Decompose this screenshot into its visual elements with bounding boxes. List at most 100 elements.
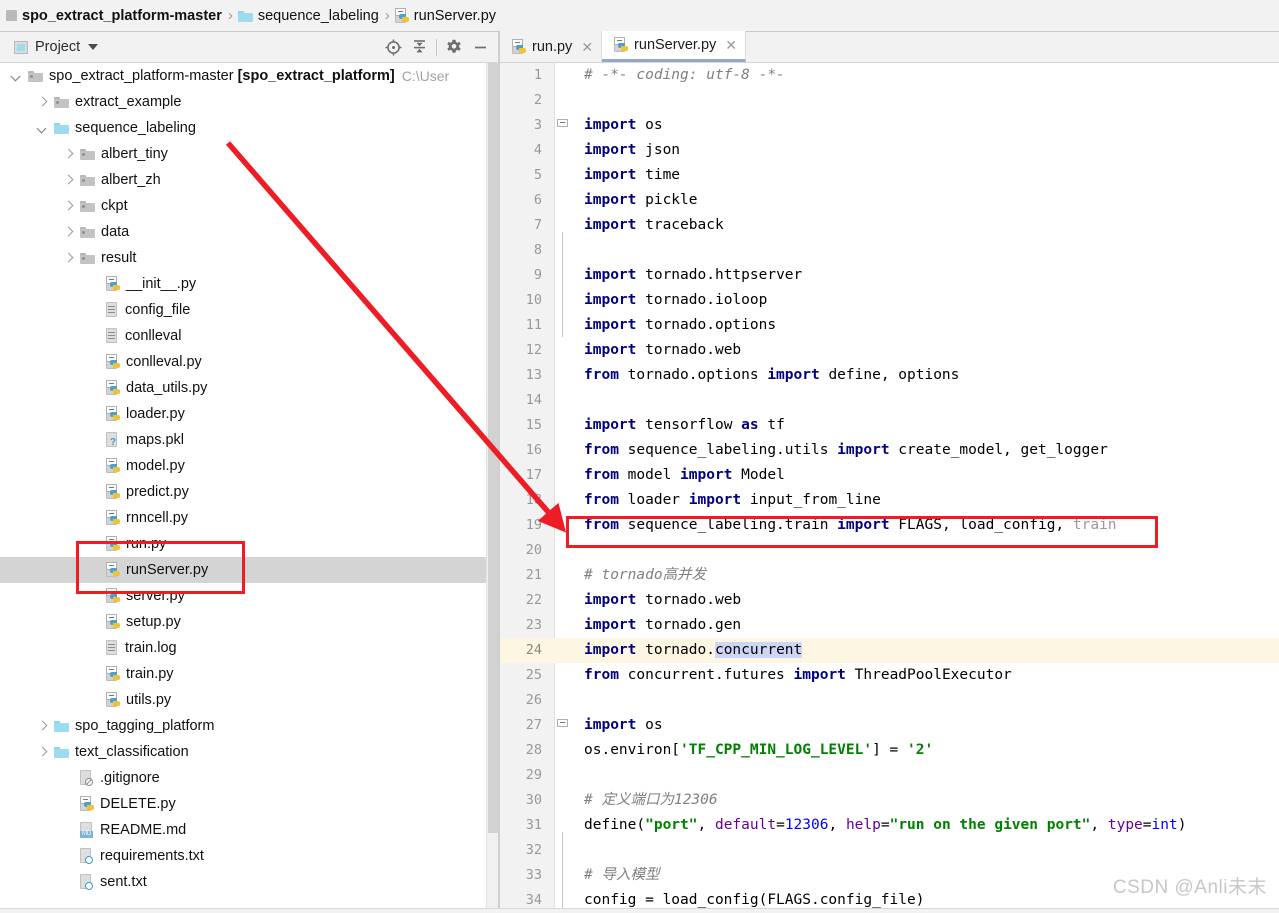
code-line[interactable]: 25 from concurrent.futures import ThreadP…: [500, 663, 1279, 688]
code-line[interactable]: 20: [500, 538, 1279, 563]
tree-row[interactable]: sequence_labeling: [0, 115, 486, 141]
chevron-down-icon[interactable]: [36, 122, 49, 135]
project-title[interactable]: Project: [14, 39, 99, 55]
collapse-all-icon[interactable]: [406, 34, 432, 60]
chevron-right-icon[interactable]: [62, 252, 75, 265]
code-line[interactable]: 21 # tornado高并发: [500, 563, 1279, 588]
chevron-right-icon[interactable]: [62, 200, 75, 213]
tree-row[interactable]: sent.txt: [0, 869, 486, 895]
tree-row[interactable]: conlleval: [0, 323, 486, 349]
tree-row[interactable]: ? maps.pkl: [0, 427, 486, 453]
code-line[interactable]: 29: [500, 763, 1279, 788]
tab-runserver-py[interactable]: runServer.py ✕: [602, 31, 746, 62]
code-line[interactable]: 5 import time: [500, 163, 1279, 188]
chevron-right-icon[interactable]: [62, 226, 75, 239]
tree-row[interactable]: data_utils.py: [0, 375, 486, 401]
code-line[interactable]: 23 import tornado.gen: [500, 613, 1279, 638]
tree-row[interactable]: DELETE.py: [0, 791, 486, 817]
code-line[interactable]: 18 from loader import input_from_line: [500, 488, 1279, 513]
code-line[interactable]: 7 import traceback: [500, 213, 1279, 238]
tree-row[interactable]: ckpt: [0, 193, 486, 219]
code-line[interactable]: 11 import tornado.options: [500, 313, 1279, 338]
tree-row[interactable]: train.log: [0, 635, 486, 661]
code-line[interactable]: 1 # -*- coding: utf-8 -*-: [500, 63, 1279, 88]
tab-run-py[interactable]: run.py ✕: [500, 31, 603, 62]
tree-row[interactable]: text_classification: [0, 739, 486, 765]
tree-row-label: model.py: [126, 458, 185, 474]
code-line[interactable]: 3 import os: [500, 113, 1279, 138]
code-token: "run on the given port": [889, 817, 1091, 833]
tree-row[interactable]: spo_tagging_platform: [0, 713, 486, 739]
code-line[interactable]: 19 from sequence_labeling.train import FL…: [500, 513, 1279, 538]
tree-row[interactable]: .gitignore: [0, 765, 486, 791]
code-line[interactable]: 15 import tensorflow as tf: [500, 413, 1279, 438]
locate-icon[interactable]: [380, 34, 406, 60]
code-line[interactable]: 9 import tornado.httpserver: [500, 263, 1279, 288]
project-tree[interactable]: spo_extract_platform-master [spo_extract…: [0, 63, 486, 913]
fold-collapse-icon[interactable]: [557, 719, 568, 730]
tree-row[interactable]: predict.py: [0, 479, 486, 505]
code-token: from: [584, 492, 619, 508]
tree-row[interactable]: rnncell.py: [0, 505, 486, 531]
chevron-right-icon[interactable]: [62, 148, 75, 161]
settings-gear-icon[interactable]: [441, 34, 467, 60]
tree-row[interactable]: config_file: [0, 297, 486, 323]
tree-row[interactable]: utils.py: [0, 687, 486, 713]
tree-row[interactable]: requirements.txt: [0, 843, 486, 869]
code-line-caret[interactable]: 24 import tornado.concurrent: [500, 638, 1279, 663]
tree-row[interactable]: run.py: [0, 531, 486, 557]
code-line[interactable]: 22 import tornado.web: [500, 588, 1279, 613]
code-line[interactable]: 31 define("port", default=12306, help="ru…: [500, 813, 1279, 838]
tree-row-selected[interactable]: runServer.py: [0, 557, 486, 583]
chevron-right-icon[interactable]: [36, 720, 49, 733]
chevron-right-icon[interactable]: [36, 746, 49, 759]
tree-row[interactable]: albert_zh: [0, 167, 486, 193]
scrollbar-thumb[interactable]: [488, 63, 498, 833]
tree-row[interactable]: spo_extract_platform-master [spo_extract…: [0, 63, 486, 89]
code-line[interactable]: 30 # 定义端口为12306: [500, 788, 1279, 813]
tree-row[interactable]: setup.py: [0, 609, 486, 635]
code-line[interactable]: 28 os.environ['TF_CPP_MIN_LOG_LEVEL'] = '…: [500, 738, 1279, 763]
tree-row[interactable]: model.py: [0, 453, 486, 479]
chevron-down-icon[interactable]: [88, 44, 99, 50]
project-tree-scrollbar[interactable]: [486, 63, 498, 913]
chevron-right-icon[interactable]: [62, 174, 75, 187]
tree-row[interactable]: loader.py: [0, 401, 486, 427]
tree-row[interactable]: __init__.py: [0, 271, 486, 297]
breadcrumb-item-folder[interactable]: sequence_labeling: [237, 0, 379, 32]
breadcrumb-item-project[interactable]: spo_extract_platform-master: [6, 0, 222, 32]
hide-icon[interactable]: [467, 34, 493, 60]
code-line[interactable]: 27 import os: [500, 713, 1279, 738]
code-line[interactable]: 32: [500, 838, 1279, 863]
code-line[interactable]: 26: [500, 688, 1279, 713]
tree-row[interactable]: MD README.md: [0, 817, 486, 843]
tree-row[interactable]: train.py: [0, 661, 486, 687]
fold-collapse-icon[interactable]: [557, 119, 568, 130]
code-line[interactable]: 17 from model import Model: [500, 463, 1279, 488]
close-icon[interactable]: ✕: [581, 40, 593, 54]
code-editor[interactable]: 1 # -*- coding: utf-8 -*- 2 3 import os 4 impo…: [500, 63, 1279, 913]
tree-row[interactable]: data: [0, 219, 486, 245]
code-line[interactable]: 12 import tornado.web: [500, 338, 1279, 363]
code-lines[interactable]: 1 # -*- coding: utf-8 -*- 2 3 import os 4 impo…: [500, 63, 1279, 913]
toolwindow-buttons: [380, 32, 499, 63]
code-line[interactable]: 4 import json: [500, 138, 1279, 163]
code-line[interactable]: 8: [500, 238, 1279, 263]
tree-row[interactable]: result: [0, 245, 486, 271]
code-line[interactable]: 14: [500, 388, 1279, 413]
chevron-down-icon[interactable]: [10, 70, 23, 83]
code-line[interactable]: 2: [500, 88, 1279, 113]
tree-row[interactable]: albert_tiny: [0, 141, 486, 167]
code-line[interactable]: 16 from sequence_labeling.utils import cr…: [500, 438, 1279, 463]
tree-row[interactable]: conlleval.py: [0, 349, 486, 375]
code-token: '2': [907, 742, 934, 758]
chevron-right-icon[interactable]: [36, 96, 49, 109]
close-icon[interactable]: ✕: [725, 38, 737, 52]
code-line[interactable]: 10 import tornado.ioloop: [500, 288, 1279, 313]
breadcrumb-item-file[interactable]: runServer.py: [394, 0, 496, 32]
code-line[interactable]: 6 import pickle: [500, 188, 1279, 213]
code-line[interactable]: 13 from tornado.options import define, op…: [500, 363, 1279, 388]
tree-row[interactable]: server.py: [0, 583, 486, 609]
tree-row[interactable]: extract_example: [0, 89, 486, 115]
